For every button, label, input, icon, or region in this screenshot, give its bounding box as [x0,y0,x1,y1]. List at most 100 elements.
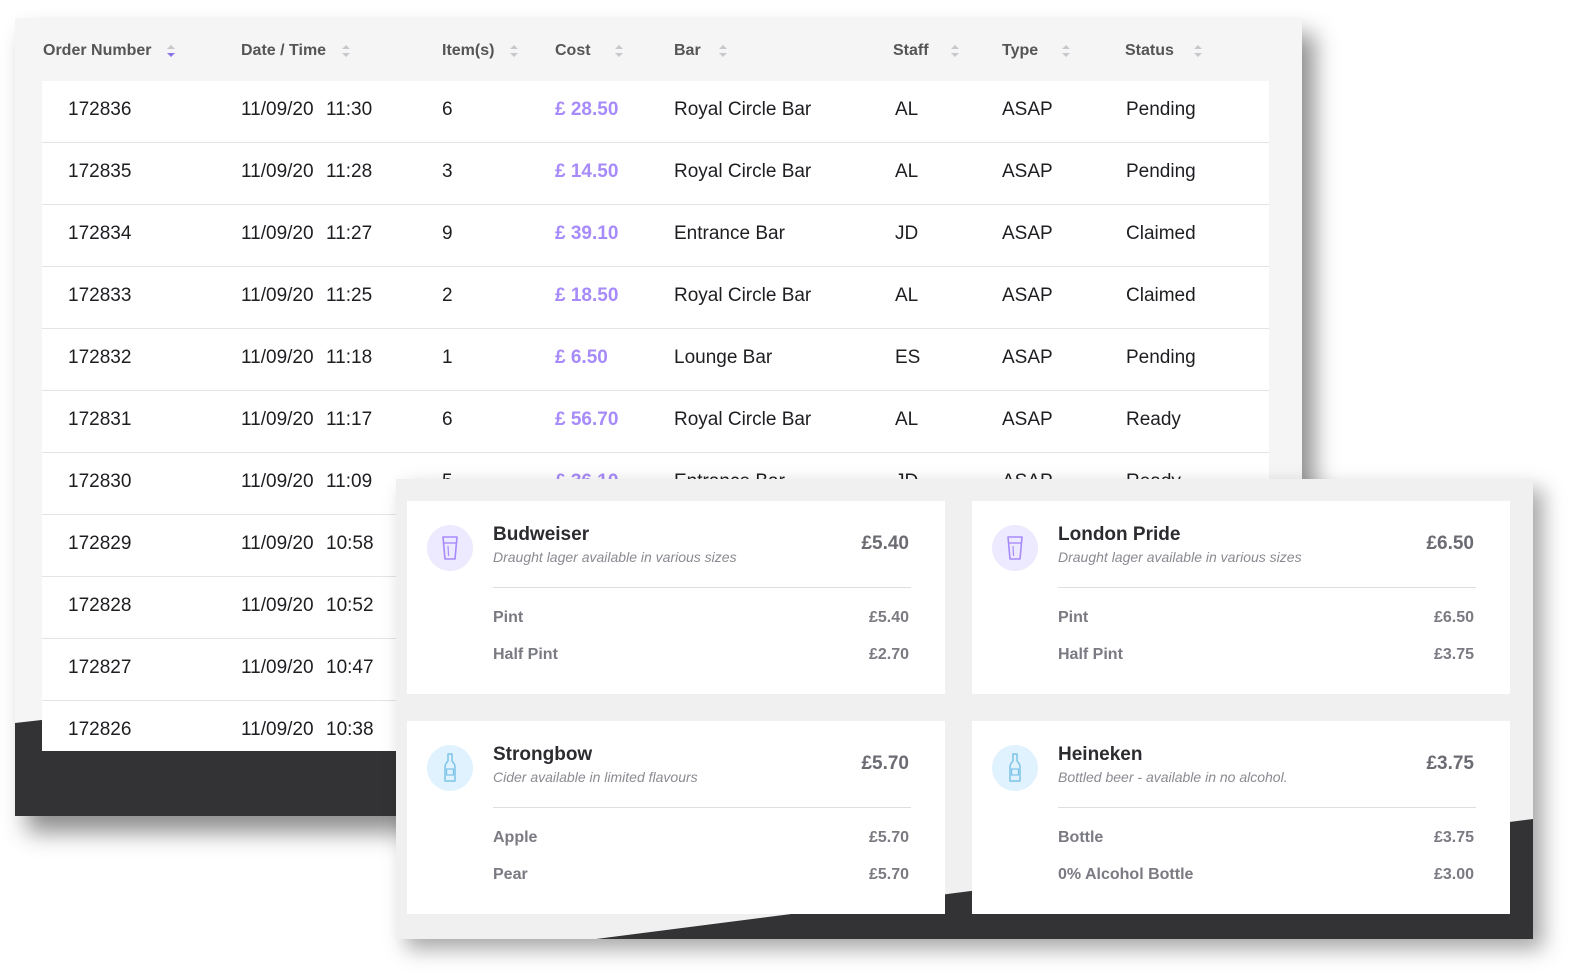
order-bar: Royal Circle Bar [674,285,812,306]
sort-icon[interactable] [1060,43,1072,59]
order-time: 11:25 [326,285,373,306]
column-header-date-time[interactable]: Date / Time [241,42,352,60]
column-header-items[interactable]: Item(s) [442,42,520,60]
sort-icon[interactable] [949,43,961,59]
order-status: Pending [1126,161,1196,182]
option-price: £2.70 [868,646,909,663]
table-row[interactable]: 172836 11/09/20 11:30 6 £ 28.50 Royal Ci… [42,81,1269,143]
product-price: £5.40 [861,533,909,554]
column-header-cost[interactable]: Cost [555,42,625,60]
product-description: Bottled beer - available in no alcohol. [1058,769,1288,785]
option-label: Bottle [1058,829,1104,846]
table-row[interactable]: 172833 11/09/20 11:25 2 £ 18.50 Royal Ci… [42,267,1269,329]
divider [1058,807,1476,808]
order-cost: £ 28.50 [555,99,619,120]
order-type: ASAP [1002,409,1053,430]
column-header-label: Type [1002,42,1039,59]
order-cost: £ 18.50 [555,285,619,306]
order-number: 172830 [68,471,132,492]
order-bar: Royal Circle Bar [674,161,812,182]
product-price: £5.70 [861,753,909,774]
table-row[interactable]: 172831 11/09/20 11:17 6 £ 56.70 Royal Ci… [42,391,1269,453]
sort-icon[interactable] [508,43,520,59]
product-description: Draught lager available in various sizes [1058,549,1302,565]
product-name: Budweiser [493,524,590,545]
order-time: 11:30 [326,99,373,120]
order-status: Pending [1126,99,1196,120]
sort-icon[interactable] [613,43,625,59]
order-staff: ES [895,347,921,368]
menu-card-budweiser[interactable]: Budweiser Draught lager available in var… [407,501,945,694]
sort-icon[interactable] [340,43,352,59]
order-items: 6 [442,99,453,120]
menu-card-strongbow[interactable]: Strongbow Cider available in limited fla… [407,721,945,914]
order-time: 11:27 [326,223,373,244]
option-label: Half Pint [1058,646,1123,663]
order-status: Pending [1126,347,1196,368]
order-cost: £ 39.10 [555,223,619,244]
order-status: Ready [1126,409,1181,430]
product-option[interactable]: 0% Alcohol Bottle £3.00 [1058,866,1474,888]
product-option[interactable]: Apple £5.70 [493,829,909,851]
option-label: 0% Alcohol Bottle [1058,866,1194,883]
column-header-staff[interactable]: Staff [893,42,961,60]
order-number: 172826 [68,719,132,740]
order-date: 11/09/20 [241,533,314,554]
menu-card-london-pride[interactable]: London Pride Draught lager available in … [972,501,1510,694]
order-number: 172828 [68,595,132,616]
order-type: ASAP [1002,223,1053,244]
order-date: 11/09/20 [241,719,314,740]
product-name: Strongbow [493,744,593,765]
product-option[interactable]: Pint £6.50 [1058,609,1474,631]
order-number: 172831 [68,409,132,430]
order-date: 11/09/20 [241,409,314,430]
order-staff: AL [895,99,919,120]
option-label: Pear [493,866,528,883]
column-header-status[interactable]: Status [1125,42,1204,60]
order-number: 172834 [68,223,132,244]
product-option[interactable]: Half Pint £2.70 [493,646,909,668]
order-number: 172836 [68,99,132,120]
order-date: 11/09/20 [241,285,314,306]
order-time: 11:09 [326,471,373,492]
order-bar: Lounge Bar [674,347,773,368]
column-header-type[interactable]: Type [1002,42,1072,60]
column-header-bar[interactable]: Bar [674,42,729,60]
sort-icon[interactable] [1192,43,1204,59]
order-cost: £ 6.50 [555,347,608,368]
order-date: 11/09/20 [241,223,314,244]
divider [493,807,911,808]
column-header-label: Order Number [43,42,152,59]
order-time: 11:17 [326,409,373,430]
product-option[interactable]: Half Pint £3.75 [1058,646,1474,668]
column-header-order-number[interactable]: Order Number [43,42,177,60]
option-label: Pint [1058,609,1089,626]
order-staff: AL [895,161,919,182]
option-price: £6.50 [1433,609,1474,626]
order-items: 1 [442,347,453,368]
order-number: 172833 [68,285,132,306]
sort-icon[interactable] [717,43,729,59]
order-time: 11:28 [326,161,373,182]
order-cost: £ 14.50 [555,161,619,182]
product-option[interactable]: Pint £5.40 [493,609,909,631]
option-price: £3.75 [1433,829,1474,846]
order-staff: AL [895,285,919,306]
sort-icon[interactable] [165,43,177,59]
orders-table-header: Order Number Date / Time Item(s) Cost Ba… [15,18,1302,80]
column-header-label: Cost [555,42,591,59]
bottle-icon [992,745,1038,791]
table-row[interactable]: 172832 11/09/20 11:18 1 £ 6.50 Lounge Ba… [42,329,1269,391]
table-row[interactable]: 172834 11/09/20 11:27 9 £ 39.10 Entrance… [42,205,1269,267]
order-type: ASAP [1002,161,1053,182]
product-option[interactable]: Bottle £3.75 [1058,829,1474,851]
menu-card-heineken[interactable]: Heineken Bottled beer - available in no … [972,721,1510,914]
table-row[interactable]: 172835 11/09/20 11:28 3 £ 14.50 Royal Ci… [42,143,1269,205]
product-option[interactable]: Pear £5.70 [493,866,909,888]
option-label: Apple [493,829,538,846]
column-header-label: Bar [674,42,701,59]
pint-glass-icon [427,525,473,571]
option-price: £5.70 [868,829,909,846]
column-header-label: Status [1125,42,1174,59]
bottle-icon [427,745,473,791]
